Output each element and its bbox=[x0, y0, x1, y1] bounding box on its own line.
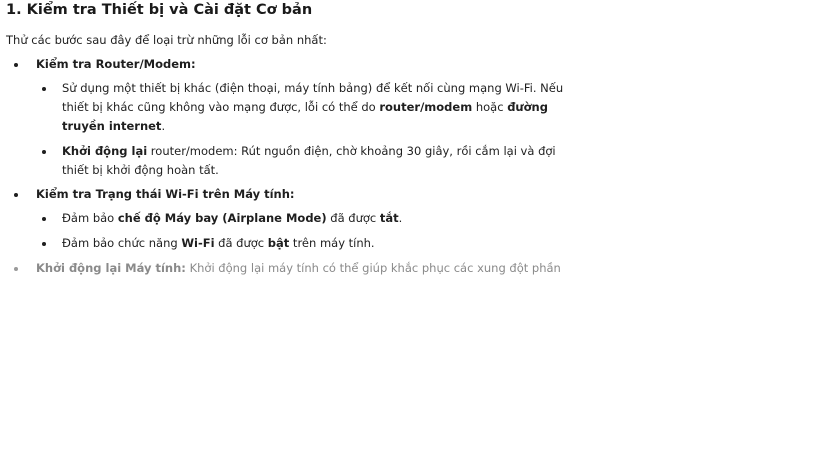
bullet-dot bbox=[14, 193, 18, 197]
intro-text: Thử các bước sau đây để loại trừ những l… bbox=[6, 33, 327, 47]
bullet-dot bbox=[42, 87, 46, 91]
restart-item: Khởi động lại Máy tính: Khởi động lại má… bbox=[36, 261, 561, 275]
bullet-dot bbox=[42, 242, 46, 246]
document: 1. Kiểm tra Thiết bị và Cài đặt Cơ bản T… bbox=[0, 0, 819, 460]
router-sub2-line1: Khởi động lại router/modem: Rút nguồn đi… bbox=[62, 144, 556, 158]
router-heading: Kiểm tra Router/Modem: bbox=[36, 57, 196, 71]
bullet-dot bbox=[14, 267, 18, 271]
wifi-sub1: Đảm bảo chế độ Máy bay (Airplane Mode) đ… bbox=[62, 211, 403, 225]
router-sub1-line1: Sử dụng một thiết bị khác (điện thoại, m… bbox=[62, 81, 564, 95]
wifi-sub2: Đảm bảo chức năng Wi-Fi đã được bật trên… bbox=[62, 236, 375, 250]
section-title: 1. Kiểm tra Thiết bị và Cài đặt Cơ bản bbox=[6, 2, 313, 18]
router-sub1-line2: thiết bị khác cũng không vào mạng được, … bbox=[62, 100, 548, 114]
bullet-dot bbox=[42, 150, 46, 154]
router-sub2-line2: thiết bị khởi động hoàn tất. bbox=[62, 163, 219, 177]
bullet-dot bbox=[14, 63, 18, 67]
bullet-dot bbox=[42, 217, 46, 221]
router-sub1-line3: truyền internet. bbox=[62, 119, 166, 133]
wifi-heading: Kiểm tra Trạng thái Wi-Fi trên Máy tính: bbox=[36, 187, 295, 201]
